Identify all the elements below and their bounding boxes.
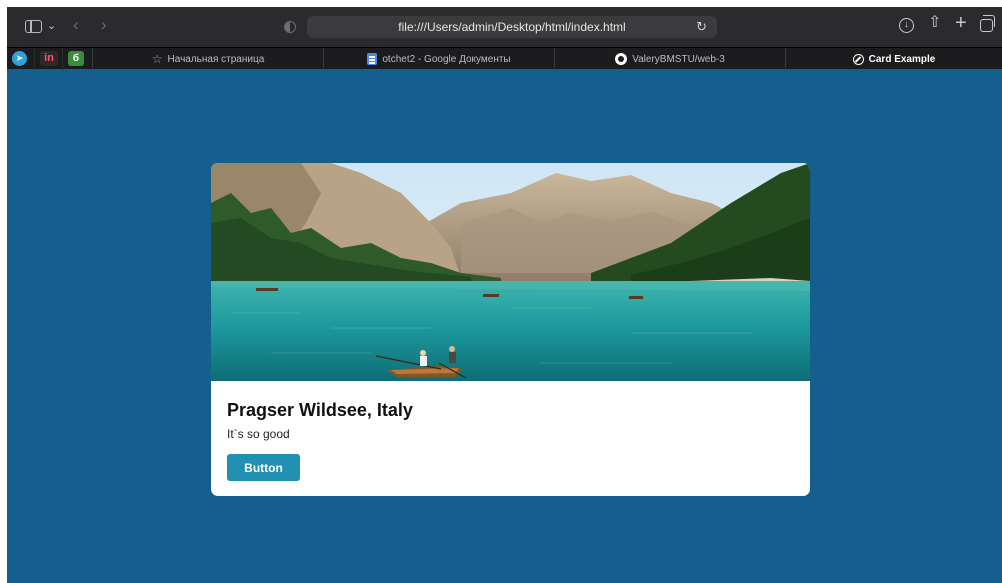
tab-label: Начальная страница (167, 53, 265, 65)
pinned-separator (62, 48, 63, 70)
browser-window: ⌄ ‹ › file:///Users/admin/Desktop/html/i… (7, 7, 1002, 583)
chevron-left-icon[interactable]: ‹ (73, 16, 79, 33)
card-image (211, 163, 810, 381)
tab-google-docs[interactable]: otchet2 - Google Документы (323, 48, 554, 70)
tab-label: ValeryBMSTU/web-3 (632, 53, 725, 65)
star-icon: ☆ (151, 52, 163, 66)
google-docs-icon (367, 53, 378, 65)
chevron-right-icon[interactable]: › (101, 16, 107, 33)
card-title: Pragser Wildsee, Italy (227, 400, 413, 420)
sidebar-icon[interactable] (25, 20, 42, 33)
plus-icon[interactable]: + (955, 13, 967, 33)
tab-github[interactable]: ValeryBMSTU/web-3 (554, 48, 785, 70)
invision-icon[interactable]: in (40, 51, 58, 66)
card-button[interactable]: Button (227, 454, 300, 481)
browser-toolbar: ⌄ ‹ › file:///Users/admin/Desktop/html/i… (7, 7, 1002, 47)
compass-icon (852, 53, 864, 65)
reload-icon[interactable]: ↻ (696, 19, 707, 35)
share-icon[interactable]: ⇧ (928, 15, 941, 31)
privacy-shield-icon[interactable] (284, 21, 296, 33)
tab-label: otchet2 - Google Документы (382, 53, 511, 65)
tab-card-example[interactable]: Card Example (785, 48, 1002, 70)
tabs-icon[interactable] (980, 15, 995, 32)
address-text[interactable]: file:///Users/admin/Desktop/html/index.h… (307, 20, 717, 34)
grammar-icon[interactable]: б (68, 51, 84, 66)
chevron-down-icon[interactable]: ⌄ (47, 18, 56, 34)
download-icon[interactable]: ↓ (899, 18, 914, 33)
pinned-separator (34, 48, 35, 70)
tab-label: Card Example (868, 53, 936, 65)
card-text: It`s so good (227, 427, 290, 441)
github-icon (615, 53, 628, 65)
card-body: Pragser Wildsee, Italy It`s so good Butt… (211, 381, 810, 496)
tab-bar: ➤ in б ☆ Начальная страница otchet2 - Go… (7, 47, 1002, 70)
address-bar[interactable]: file:///Users/admin/Desktop/html/index.h… (307, 16, 717, 38)
telegram-icon[interactable]: ➤ (12, 51, 27, 66)
tab-start-page[interactable]: ☆ Начальная страница (92, 48, 323, 70)
card: Pragser Wildsee, Italy It`s so good Butt… (211, 163, 810, 496)
